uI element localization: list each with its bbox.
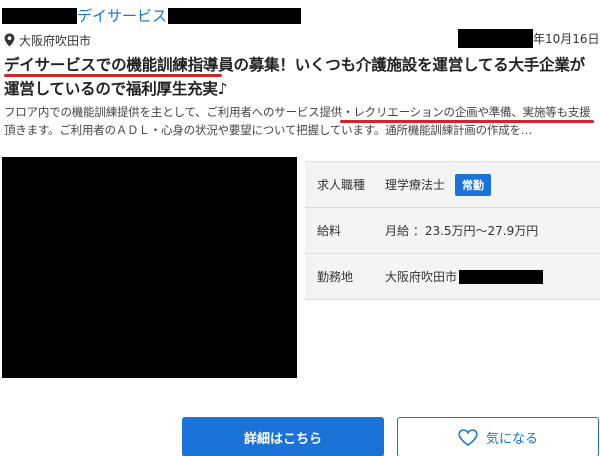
job-type-value-cell: 理学療法士 常勤 [373,173,492,196]
salary-row: 給料 月給 ：23.5万円〜27.9万円 [305,208,600,254]
description-underline [340,120,594,123]
job-type-row: 求人職種 理学療法士 常勤 [305,162,600,208]
redacted-address [459,269,544,284]
workplace-value-cell: 大阪府吹田市 [373,268,544,285]
detail-button[interactable]: 詳細はこちら [182,417,384,456]
detail-button-label: 詳細はこちら [243,431,322,447]
redacted-date-year [458,29,533,48]
favorite-button[interactable]: 気になる [397,417,599,456]
job-type-label: 求人職種 [317,178,366,192]
salary-label: 給料 [317,224,342,238]
location: 大阪府吹田市 [4,31,91,49]
redacted-prefix [2,8,77,24]
job-headline[interactable]: デイサービスでの機能訓練指導員の募集！いくつも介護施設を運営してる大手企業が運営… [4,53,598,101]
job-type-value: 理学療法士 [385,178,446,192]
salary-value: 月給 ：23.5万円〜27.9万円 [385,224,539,238]
heart-outline-icon [458,428,478,446]
workplace-label: 勤務地 [317,270,354,284]
location-text: 大阪府吹田市 [19,33,92,48]
redacted-suffix [168,8,301,24]
posted-date: 年10月16日 [533,32,600,46]
map-pin-icon [4,33,15,47]
employment-type-badge: 常勤 [455,173,492,196]
headline-underline [4,74,222,77]
favorite-button-label: 気になる [485,431,538,447]
workplace-row: 勤務地 大阪府吹田市 [305,254,600,300]
job-info-table: 求人職種 理学療法士 常勤 給料 月給 ：23.5万円〜27.9万円 勤務地 大… [305,161,600,300]
facility-name-link[interactable]: デイサービス [77,6,167,26]
workplace-value: 大阪府吹田市 [385,270,458,284]
facility-photo [2,157,297,378]
